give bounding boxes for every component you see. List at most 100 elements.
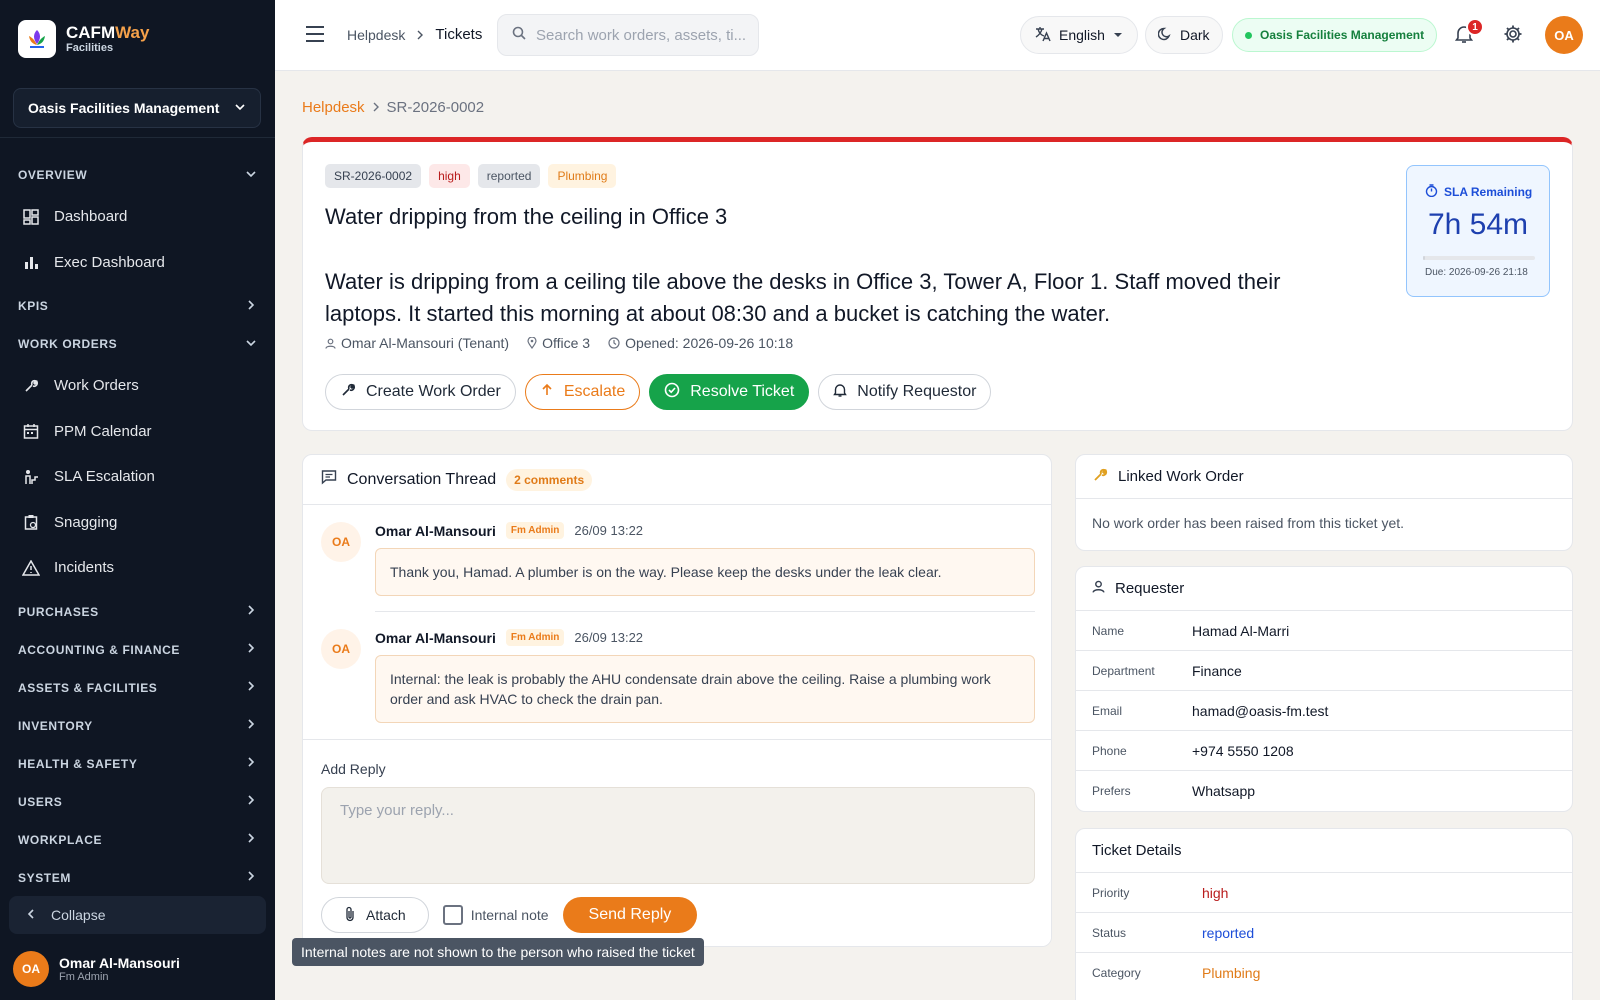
sidebar-item-snagging[interactable]: Snagging	[0, 500, 275, 546]
section-overview[interactable]: OVERVIEW	[0, 156, 275, 194]
comment-timestamp: 26/09 13:22	[574, 523, 644, 538]
chevron-right-icon	[245, 299, 257, 314]
bell-icon	[833, 383, 848, 402]
language-selector[interactable]: English	[1020, 16, 1138, 54]
send-reply-button[interactable]: Send Reply	[562, 897, 698, 933]
section-label: PURCHASES	[18, 604, 99, 619]
chevron-right-icon	[245, 680, 257, 695]
gear-icon[interactable]	[1503, 24, 1523, 49]
field-value[interactable]: +974 5550 1208	[1192, 743, 1294, 759]
reply-textarea[interactable]: Type your reply...	[321, 787, 1035, 884]
page-breadcrumb: Helpdesk SR-2026-0002	[302, 99, 484, 116]
comment-author: Omar Al-Mansouri	[375, 629, 496, 646]
ticket-requester: Omar Al-Mansouri (Tenant)	[325, 335, 509, 351]
collapse-sidebar-button[interactable]: Collapse	[9, 896, 266, 934]
breadcrumb-helpdesk-link[interactable]: Helpdesk	[302, 99, 365, 116]
caret-down-icon	[1113, 27, 1123, 43]
ticket-header-card: SR-2026-0002 high reported Plumbing Wate…	[302, 137, 1573, 431]
section-workplace[interactable]: WORKPLACE	[0, 821, 275, 859]
resolve-ticket-button[interactable]: Resolve Ticket	[649, 374, 810, 410]
requester-row: Prefers Whatsapp	[1076, 771, 1572, 811]
sidebar-item-dashboard[interactable]: Dashboard	[0, 194, 275, 240]
sidebar-item-incidents[interactable]: Incidents	[0, 545, 275, 591]
avatar: OA	[321, 522, 361, 562]
sidebar-item-label: PPM Calendar	[54, 422, 152, 440]
search-icon	[512, 26, 526, 44]
sidebar-item-label: Work Orders	[54, 377, 139, 395]
chevron-right-icon	[245, 718, 257, 733]
ticket-actions: Create Work Order Escalate Resolve Ticke…	[325, 374, 992, 410]
card-title: Linked Work Order	[1118, 468, 1244, 485]
breadcrumb-helpdesk[interactable]: Helpdesk	[347, 27, 405, 43]
ticket-badges: SR-2026-0002 high reported Plumbing	[325, 164, 617, 188]
timer-icon	[1425, 184, 1438, 200]
section-health-safety[interactable]: HEALTH & SAFETY	[0, 745, 275, 783]
person-icon	[325, 338, 336, 349]
field-label: Status	[1092, 925, 1127, 940]
search-placeholder: Search work orders, assets, ti...	[536, 26, 747, 44]
section-assets-facilities[interactable]: ASSETS & FACILITIES	[0, 669, 275, 707]
section-label: HEALTH & SAFETY	[18, 756, 138, 771]
sidebar-item-ppm-calendar[interactable]: PPM Calendar	[0, 409, 275, 455]
field-label: Department	[1092, 663, 1155, 678]
attach-button[interactable]: Attach	[321, 897, 429, 933]
requester-card: Requester Name Hamad Al-Marri Department F…	[1075, 566, 1573, 812]
internal-note-tooltip: Internal notes are not shown to the pers…	[292, 938, 704, 966]
clipboard-icon	[22, 513, 40, 531]
sidebar-item-label: SLA Escalation	[54, 468, 155, 486]
internal-note-checkbox[interactable]	[442, 905, 463, 925]
section-kpis[interactable]: KPIS	[0, 287, 275, 325]
requester-row: Name Hamad Al-Marri	[1076, 611, 1572, 651]
chevron-right-icon	[245, 794, 257, 809]
breadcrumb: Helpdesk Tickets	[347, 26, 482, 43]
button-label: Send Reply	[588, 906, 672, 923]
escalate-button[interactable]: Escalate	[524, 374, 641, 410]
button-label: Attach	[366, 907, 406, 923]
field-label: Prefers	[1092, 784, 1131, 798]
ticket-description: Water is dripping from a ceiling tile ab…	[325, 269, 1281, 326]
chevron-right-icon	[371, 99, 381, 116]
section-users[interactable]: USERS	[0, 783, 275, 821]
sidebar-item-work-orders[interactable]: Work Orders	[0, 363, 275, 409]
section-inventory[interactable]: INVENTORY	[0, 707, 275, 745]
brand-name: CAFMWay	[66, 23, 150, 42]
conversation-title: Conversation Thread	[347, 470, 497, 488]
sla-label-text: SLA Remaining	[1444, 185, 1533, 199]
section-purchases[interactable]: PURCHASES	[0, 593, 275, 631]
org-status-badge[interactable]: Oasis Facilities Management	[1232, 18, 1438, 52]
comment-timestamp: 26/09 13:22	[574, 630, 644, 645]
sidebar-item-sla-escalation[interactable]: SLA Escalation	[0, 454, 275, 500]
moon-icon	[1157, 27, 1172, 44]
breadcrumb-current: SR-2026-0002	[386, 99, 485, 116]
brand[interactable]: CAFMWay Facilities	[18, 20, 149, 58]
sidebar-item-exec-dashboard[interactable]: Exec Dashboard	[0, 240, 275, 286]
button-label: Notify Requestor	[857, 383, 977, 400]
field-value[interactable]: hamad@oasis-fm.test	[1192, 703, 1328, 719]
internal-note-toggle[interactable]: Internal note	[442, 905, 549, 925]
paperclip-icon	[344, 906, 356, 925]
theme-toggle[interactable]: Dark	[1145, 16, 1223, 54]
user-profile[interactable]: OA Omar Al-Mansouri Fm Admin	[13, 951, 180, 987]
person-icon	[1092, 580, 1105, 597]
field-label: Phone	[1092, 743, 1127, 758]
chevron-down-icon	[245, 337, 257, 352]
linked-work-order-card: Linked Work Order No work order has been…	[1075, 454, 1573, 551]
sidebar-item-label: Incidents	[54, 559, 115, 577]
section-work-orders[interactable]: WORK ORDERS	[0, 325, 275, 363]
section-label: INVENTORY	[18, 718, 93, 733]
ticket-location: Office 3	[527, 335, 590, 351]
card-title: Requester	[1115, 580, 1185, 597]
section-accounting-finance[interactable]: ACCOUNTING & FINANCE	[0, 631, 275, 669]
menu-icon[interactable]	[305, 25, 325, 48]
comment-divider	[375, 611, 1035, 612]
notification-count-badge: 1	[1466, 18, 1484, 36]
notify-requestor-button[interactable]: Notify Requestor	[818, 374, 992, 410]
avatar[interactable]: OA	[1545, 16, 1583, 54]
translate-icon	[1035, 26, 1051, 45]
section-system[interactable]: SYSTEM	[0, 859, 275, 897]
create-work-order-button[interactable]: Create Work Order	[325, 374, 516, 410]
search-input[interactable]: Search work orders, assets, ti...	[497, 14, 759, 56]
sla-label: SLA Remaining	[1425, 184, 1532, 200]
org-selector[interactable]: Oasis Facilities Management	[13, 88, 261, 128]
sidebar-nav: OVERVIEW Dashboard Exec Dashboard KPIS W…	[0, 156, 275, 897]
